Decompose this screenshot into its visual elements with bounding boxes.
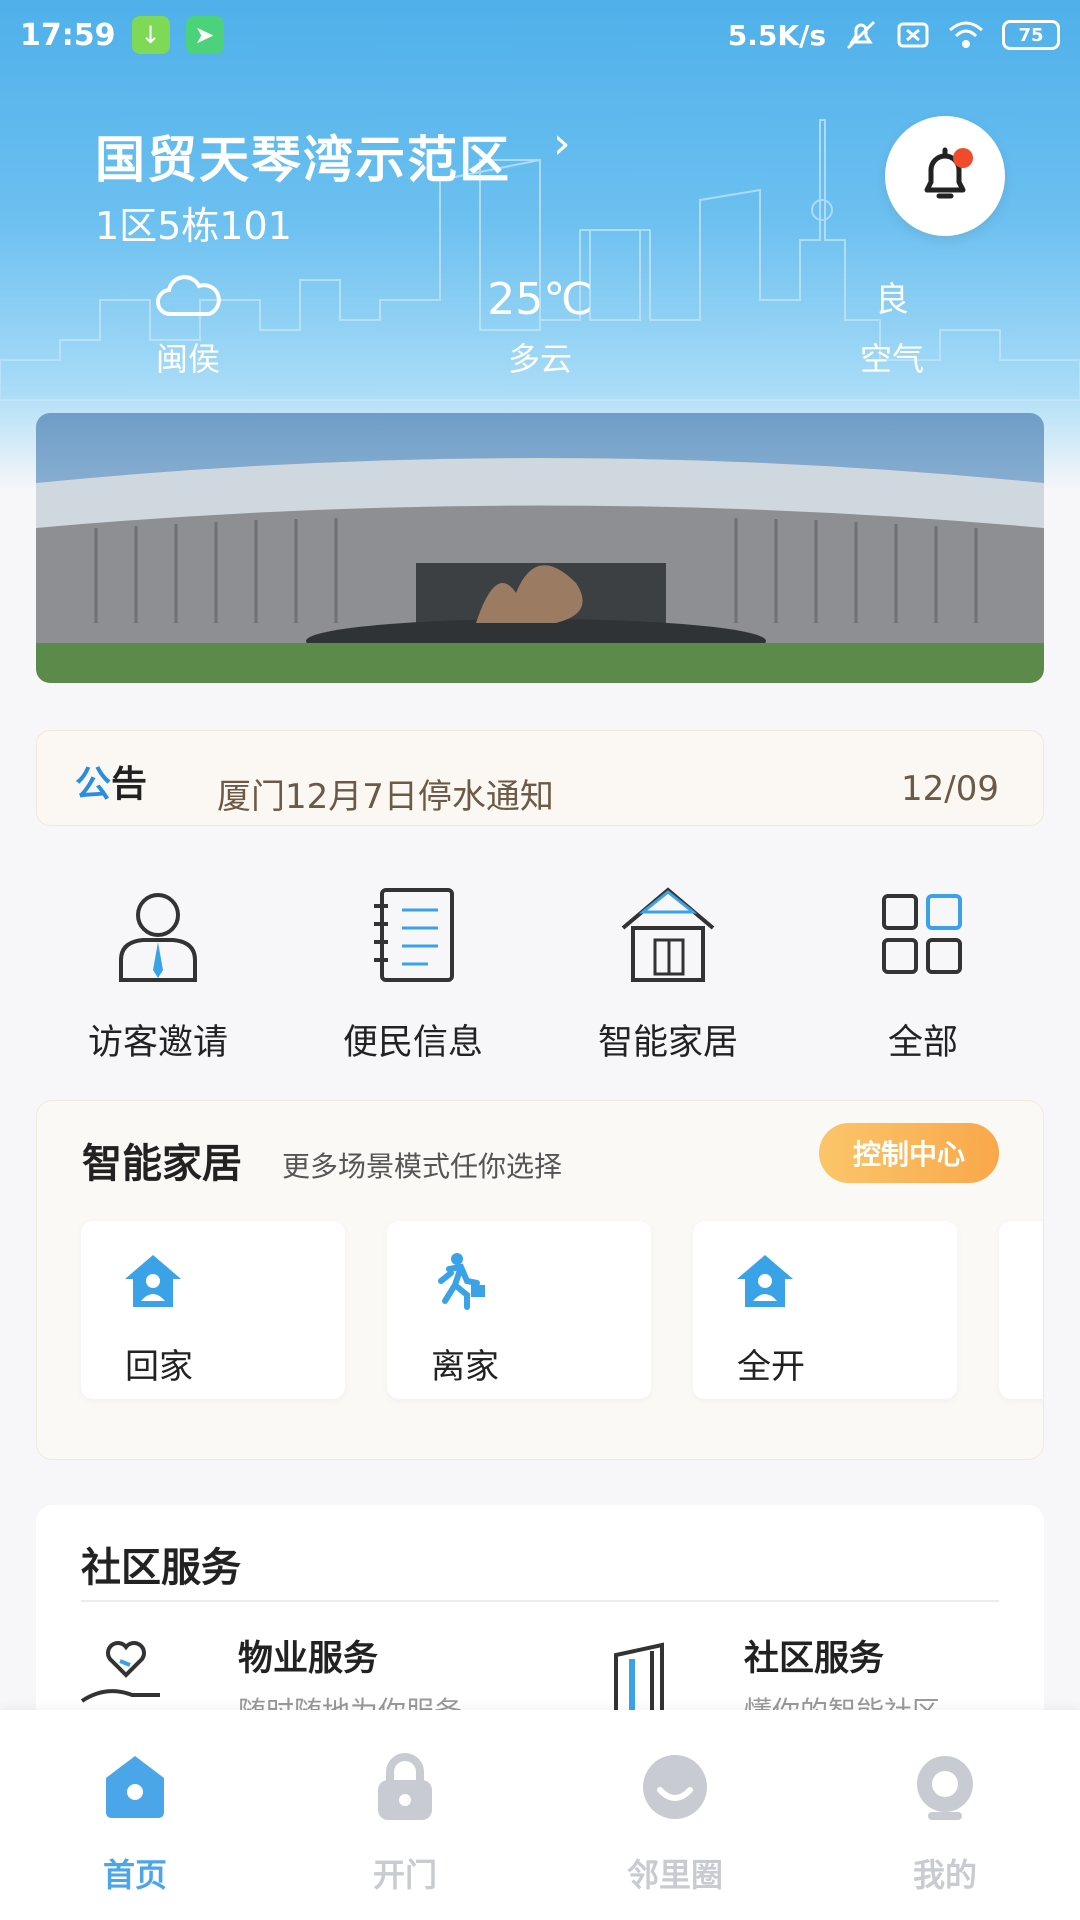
tab-label: 首页 [102, 1856, 167, 1894]
status-time: 17:59 [20, 17, 116, 53]
bottom-tab-bar: 首页 开门 邻里圈 我的 [0, 1710, 1080, 1920]
building-photo [36, 413, 1044, 683]
chevron-right-icon[interactable]: › [553, 118, 571, 169]
tab-neighborhood[interactable]: 邻里圈 [575, 1750, 775, 1896]
notification-dot [953, 148, 973, 168]
air-quality-label: 空气 [859, 340, 924, 378]
lock-tab-icon [368, 1750, 442, 1824]
weather-temperature: 25℃ 多云 [440, 270, 640, 380]
smart-home-panel: 智能家居 更多场景模式任你选择 控制中心 回家 离家 全开 [36, 1100, 1044, 1460]
battery-icon: 75 [1002, 20, 1060, 50]
weather-location: 闽侯 [88, 270, 288, 380]
quick-action-visitor[interactable]: 访客邀请 [48, 880, 268, 1065]
notice-label-part2: 告 [111, 764, 148, 805]
tab-profile[interactable]: 我的 [845, 1750, 1045, 1896]
status-bar: 17:59 ↓ ➤ 5.5K/s 75 [0, 0, 1080, 70]
home-person-icon [121, 1251, 185, 1311]
quick-action-info[interactable]: 便民信息 [303, 880, 523, 1065]
cloud-icon [88, 270, 288, 330]
home-tab-icon [98, 1750, 172, 1824]
notice-text: 厦门12月7日停水通知 [217, 777, 554, 817]
visitor-icon [103, 880, 213, 990]
quick-action-label: 访客邀请 [87, 1023, 228, 1063]
tab-home[interactable]: 首页 [35, 1750, 235, 1896]
unit-label: 1区5栋101 [95, 204, 292, 248]
divider [81, 1600, 999, 1602]
quick-action-label: 智能家居 [597, 1023, 738, 1063]
smart-home-title: 智能家居 [82, 1141, 242, 1187]
quick-action-all[interactable]: 全部 [813, 880, 1033, 1065]
weather-condition: 多云 [507, 340, 572, 378]
status-right: 5.5K/s 75 [728, 0, 1060, 70]
scene-card-partial[interactable] [999, 1221, 1043, 1399]
service-title[interactable]: 物业服务 [238, 1630, 378, 1681]
weather-air: 良 空气 [792, 270, 992, 380]
quick-action-label: 全部 [887, 1023, 958, 1063]
sim-off-icon [897, 22, 929, 48]
scene-card-home[interactable]: 回家 [81, 1221, 345, 1399]
temperature-value: 25℃ [487, 274, 593, 325]
banner-image[interactable] [36, 413, 1044, 683]
home-person-icon [733, 1251, 797, 1311]
community-name[interactable]: 国贸天琴湾示范区 [95, 120, 511, 192]
send-icon: ➤ [185, 16, 224, 54]
tab-label: 我的 [912, 1856, 977, 1894]
wifi-icon [949, 21, 983, 48]
running-person-icon [427, 1251, 491, 1311]
air-quality-value: 良 [875, 280, 909, 320]
smart-home-subtitle: 更多场景模式任你选择 [282, 1150, 563, 1183]
tab-open-door[interactable]: 开门 [305, 1750, 505, 1896]
house-icon [613, 880, 723, 990]
quick-action-label: 便民信息 [342, 1023, 483, 1063]
download-icon: ↓ [131, 16, 170, 54]
service-title[interactable]: 社区服务 [744, 1630, 884, 1681]
scene-label: 离家 [431, 1347, 499, 1387]
services-title: 社区服务 [81, 1545, 241, 1591]
grid-icon [868, 880, 978, 990]
net-speed: 5.5K/s [727, 18, 826, 52]
weather-location-label: 闽侯 [155, 340, 220, 378]
control-center-button[interactable]: 控制中心 [819, 1123, 999, 1183]
tab-label: 邻里圈 [626, 1856, 723, 1894]
notice-label: 公告 [75, 755, 147, 807]
notebook-icon [358, 880, 468, 990]
scene-card-all-on[interactable]: 全开 [693, 1221, 957, 1399]
tab-label: 开门 [372, 1856, 437, 1894]
notification-button[interactable] [885, 116, 1005, 236]
notice-bar[interactable]: 公告 厦门12月7日停水通知 12/09 [36, 730, 1044, 826]
mute-icon [846, 20, 876, 50]
quick-action-smart-home[interactable]: 智能家居 [558, 880, 778, 1065]
scene-label: 全开 [737, 1347, 805, 1387]
profile-tab-icon [908, 1750, 982, 1824]
notice-date: 12/09 [901, 769, 999, 809]
notice-label-part1: 公 [75, 764, 112, 805]
scene-card-away[interactable]: 离家 [387, 1221, 651, 1399]
smile-tab-icon [638, 1750, 712, 1824]
scene-label: 回家 [125, 1347, 193, 1387]
